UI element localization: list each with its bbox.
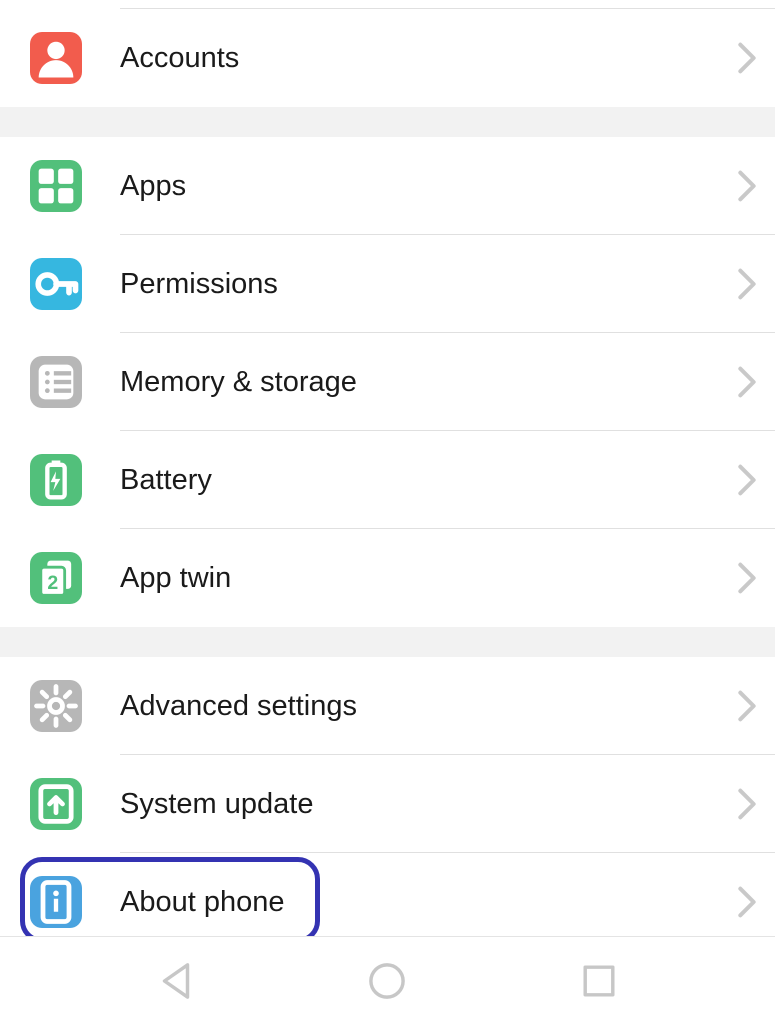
settings-item-apptwin[interactable]: 2 App twin <box>0 529 775 627</box>
chevron-right-icon <box>737 169 757 203</box>
settings-item-label: Permissions <box>120 268 737 301</box>
group-divider <box>0 107 775 137</box>
settings-item-about[interactable]: About phone <box>0 853 775 936</box>
settings-item-accounts[interactable]: Accounts <box>0 9 775 107</box>
key-icon <box>30 258 82 310</box>
chevron-right-icon <box>737 365 757 399</box>
apptwin-icon: 2 <box>30 552 82 604</box>
settings-item-apps[interactable]: Apps <box>0 137 775 235</box>
battery-icon <box>30 454 82 506</box>
settings-item-permissions[interactable]: Permissions <box>0 235 775 333</box>
person-icon <box>30 32 82 84</box>
settings-item-battery[interactable]: Battery <box>0 431 775 529</box>
chevron-right-icon <box>737 463 757 497</box>
settings-item-label: Memory & storage <box>120 366 737 399</box>
svg-text:2: 2 <box>47 572 58 594</box>
apps-icon <box>30 160 82 212</box>
storage-icon <box>30 356 82 408</box>
settings-item-label: Accounts <box>120 42 737 75</box>
chevron-right-icon <box>737 41 757 75</box>
chevron-right-icon <box>737 561 757 595</box>
settings-item-label: Advanced settings <box>120 690 737 723</box>
chevron-right-icon <box>737 787 757 821</box>
settings-item-advanced[interactable]: Advanced settings <box>0 657 775 755</box>
nav-recent-button[interactable] <box>576 958 622 1004</box>
settings-item-label: System update <box>120 788 737 821</box>
chevron-right-icon <box>737 689 757 723</box>
info-icon <box>30 876 82 928</box>
gear-icon <box>30 680 82 732</box>
chevron-right-icon <box>737 267 757 301</box>
chevron-right-icon <box>737 885 757 919</box>
update-icon <box>30 778 82 830</box>
nav-home-button[interactable] <box>364 958 410 1004</box>
settings-item-label: Apps <box>120 170 737 203</box>
group-divider <box>0 627 775 657</box>
settings-item-label: About phone <box>120 886 737 919</box>
settings-item-memory[interactable]: Memory & storage <box>0 333 775 431</box>
settings-item-sysupdate[interactable]: System update <box>0 755 775 853</box>
settings-item-label: Battery <box>120 464 737 497</box>
nav-back-button[interactable] <box>153 958 199 1004</box>
settings-item-label: App twin <box>120 562 737 595</box>
android-navbar <box>0 936 775 1024</box>
